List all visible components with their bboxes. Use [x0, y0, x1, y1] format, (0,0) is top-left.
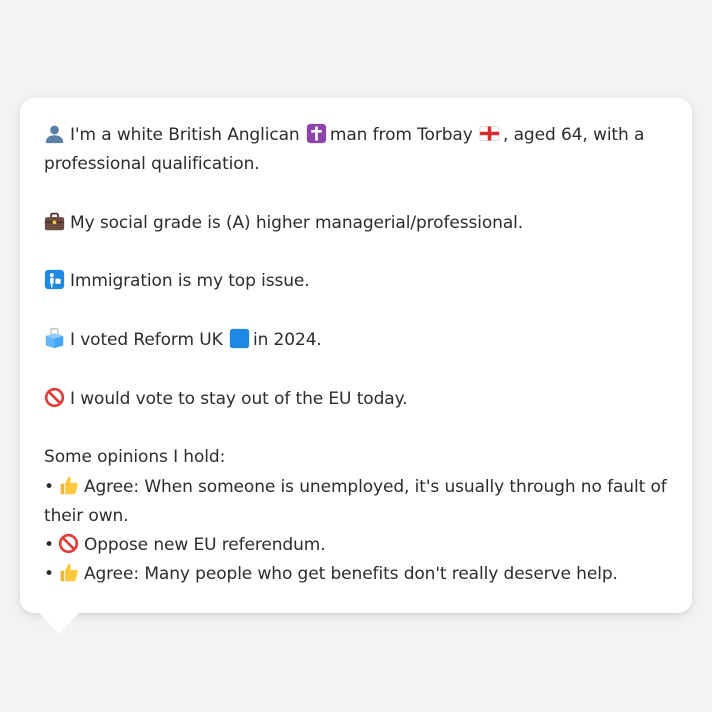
england-flag-icon	[479, 126, 500, 141]
opinions-heading: Some opinions I hold:	[44, 447, 226, 468]
briefcase-icon	[44, 212, 65, 231]
identity-text-a: I'm a white British Anglican	[70, 125, 300, 145]
opinion-item: • Agree: When someone is unemployed, it'…	[44, 473, 668, 532]
social-grade-line: My social grade is (A) higher managerial…	[44, 209, 668, 238]
identity-line: I'm a white British Anglican man from To…	[44, 121, 668, 180]
vote-line: I voted Reform UK in 2024.	[44, 326, 668, 355]
vote-text-a: I voted Reform UK	[70, 330, 223, 351]
person-silhouette-icon	[45, 125, 64, 144]
prohibited-icon	[44, 387, 65, 407]
vote-text-b: in 2024.	[252, 330, 322, 351]
bullet: •	[44, 476, 54, 497]
bullet: •	[44, 535, 54, 556]
top-issue-text: Immigration is my top issue.	[70, 271, 310, 292]
opinion-text: Agree: When someone is unemployed, it's …	[44, 476, 667, 526]
opinion-item: • Agree: Many people who get benefits do…	[44, 560, 668, 589]
opinion-text: Oppose new EU referendum.	[83, 535, 326, 556]
latin-cross-icon	[306, 123, 327, 144]
eu-vote-text: I would vote to stay out of the EU today…	[70, 388, 408, 409]
top-issue-line: Immigration is my top issue.	[44, 267, 668, 296]
opinion-text: Agree: Many people who get benefits don'…	[83, 564, 618, 585]
no-entry-icon	[58, 534, 79, 554]
eu-vote-line: I would vote to stay out of the EU today…	[44, 385, 668, 414]
message-bubble: I'm a white British Anglican man from To…	[20, 98, 692, 613]
thumbs-up-icon	[60, 476, 78, 494]
ballot-box-icon	[45, 328, 64, 349]
identity-text-b: man from Torbay	[329, 125, 473, 145]
blue-square-icon	[229, 328, 250, 349]
social-grade-text: My social grade is (A) higher managerial…	[70, 212, 524, 233]
thumbs-up-icon	[60, 564, 78, 582]
bubble-tail	[39, 613, 79, 634]
bullet: •	[44, 564, 54, 585]
passport-control-icon	[44, 270, 65, 290]
opinion-item: • Oppose new EU referendum.	[44, 531, 668, 560]
